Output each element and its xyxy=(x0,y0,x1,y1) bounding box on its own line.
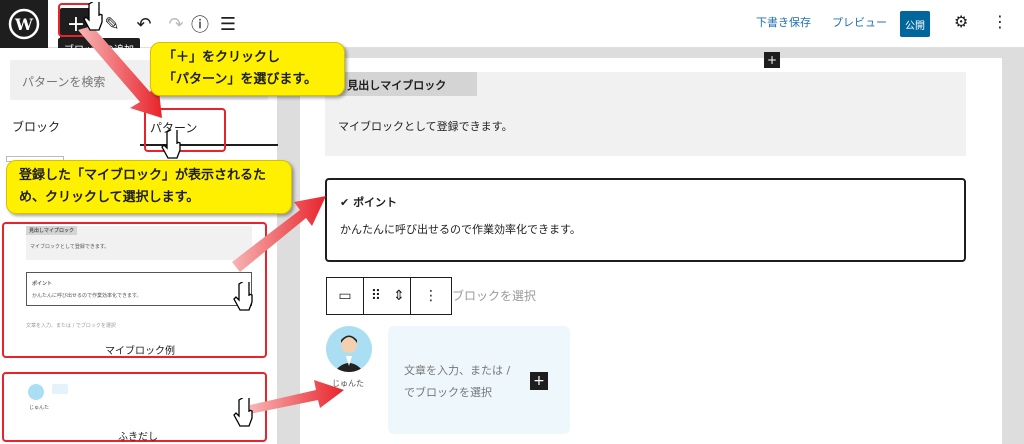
pointer-icon xyxy=(161,130,181,159)
pointer-icon xyxy=(233,282,253,311)
pointer-icon xyxy=(233,398,253,427)
callout-step2: 登録した「マイブロック」が表示されるため、クリックして選択します。 xyxy=(6,160,292,214)
pointer-icon xyxy=(83,2,103,31)
callout-step1: 「＋」をクリックし 「パターン」を選びます。 xyxy=(150,42,345,96)
